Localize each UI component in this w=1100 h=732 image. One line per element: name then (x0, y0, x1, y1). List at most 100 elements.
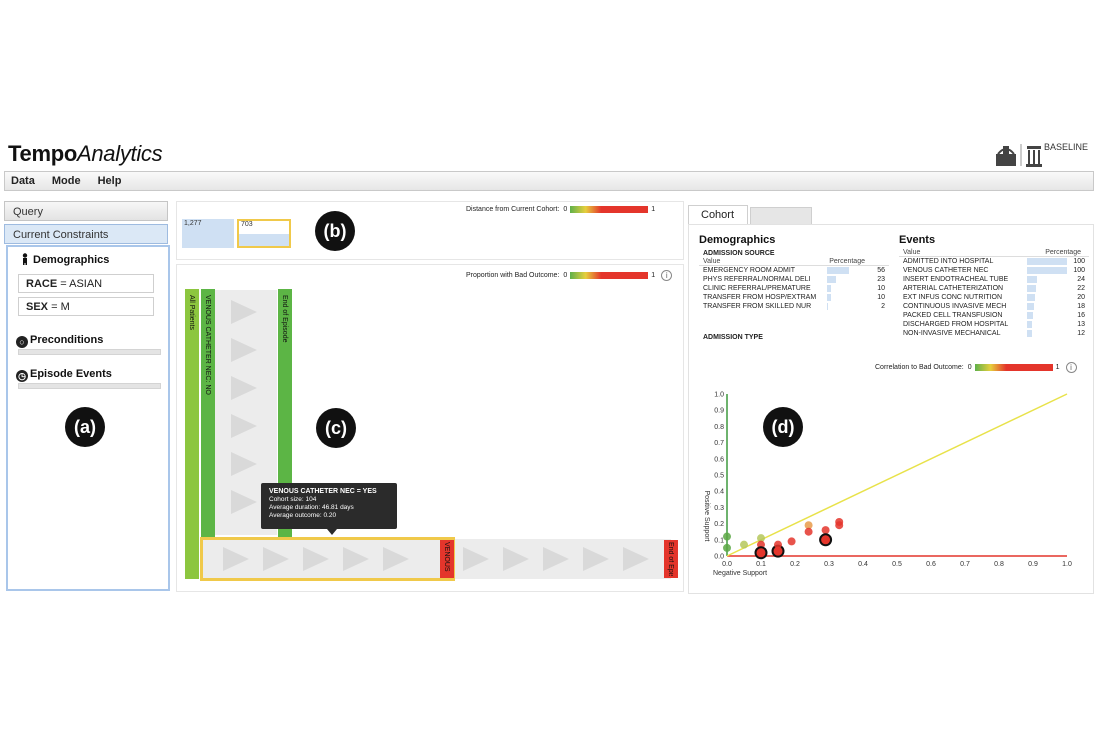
scatter-point[interactable] (754, 546, 768, 560)
constraint-sex[interactable]: SEX = M (18, 297, 154, 316)
row-bar (1027, 294, 1035, 301)
row-bar (827, 285, 831, 292)
scatter-point[interactable] (835, 521, 844, 530)
person-icon (22, 253, 28, 265)
x-tick-label: 0.7 (960, 561, 970, 568)
table-row[interactable]: PHYS REFERRAL/NORMAL DELI 23 (699, 275, 889, 284)
table-row[interactable]: INSERT ENDOTRACHEAL TUBE 24 (899, 275, 1089, 284)
tab-cohort[interactable]: Cohort (688, 205, 748, 225)
x-tick-label: 0.9 (1028, 561, 1038, 568)
table-row[interactable]: CLINIC REFERRAL/PREMATURE 10 (699, 284, 889, 293)
row-value: NON-INVASIVE MECHANICAL (903, 330, 1001, 337)
table-row[interactable]: PACKED CELL TRANSFUSION 16 (899, 311, 1089, 320)
query-accordion-header[interactable]: Query (4, 201, 168, 221)
bar-label: End of Episode (667, 542, 674, 576)
table-row[interactable]: ADMITTED INTO HOSPITAL 100 (899, 257, 1089, 266)
legend-label: Distance from Current Cohort: (466, 206, 560, 213)
menu-mode[interactable]: Mode (52, 175, 81, 187)
row-value: PHYS REFERRAL/NORMAL DELI (703, 276, 811, 283)
scatter-point[interactable] (774, 540, 782, 549)
cohort-box-all[interactable]: 1,277 (182, 219, 234, 248)
x-tick-label: 0.3 (824, 561, 834, 568)
flow-chevron (543, 547, 569, 571)
demographics-section[interactable]: Demographics (20, 253, 109, 266)
bar-all-patients[interactable]: All Patients (185, 289, 199, 579)
tab-secondary[interactable] (750, 207, 812, 225)
table-row[interactable]: CONTINUOUS INVASIVE MECH 18 (899, 302, 1089, 311)
row-value: INSERT ENDOTRACHEAL TUBE (903, 276, 1009, 283)
x-tick-label: 0.0 (722, 561, 732, 568)
legend-min: 0 (563, 206, 568, 213)
columns-logo-icon (1026, 146, 1042, 167)
y-tick-label: 0.5 (714, 473, 724, 480)
preconditions-section[interactable]: ○ Preconditions (16, 334, 103, 348)
row-pct: 2 (881, 303, 885, 310)
flow-chevron (623, 547, 649, 571)
table-row[interactable]: EXT INFUS CONC NUTRITION 20 (899, 293, 1089, 302)
table-row[interactable]: VENOUS CATHETER NEC 100 (899, 266, 1089, 275)
admission-source-table: ADMISSION SOURCE Value Percentage EMERGEN… (699, 249, 889, 311)
col-header-value: Value (903, 249, 921, 256)
row-bar (827, 276, 837, 283)
bar-venous-event[interactable]: VENOUS (440, 540, 454, 578)
flow-chevron (231, 490, 257, 514)
table-row[interactable]: DISCHARGED FROM HOSPITAL 13 (899, 320, 1089, 329)
row-bar (1027, 330, 1032, 337)
query-panel: Query Current Constraints Demographics R… (4, 201, 170, 593)
y-tick-label: 0.1 (714, 537, 724, 544)
scatter-point[interactable] (821, 526, 830, 535)
menu-data[interactable]: Data (11, 175, 35, 187)
scatter-point[interactable] (787, 537, 796, 546)
table-row[interactable]: ARTERIAL CATHETERIZATION 22 (899, 284, 1089, 293)
y-tick-label: 1.0 (714, 392, 724, 399)
table-row[interactable]: TRANSFER FROM HOSP/EXTRAM 10 (699, 293, 889, 302)
flow-chevron (231, 414, 257, 438)
tooltip-arrow (327, 529, 337, 535)
scatter-point[interactable] (819, 533, 833, 547)
baseline-logo-text: BASELINE (1044, 142, 1089, 152)
y-tick-label: 0.4 (714, 489, 724, 496)
cohort-box-current[interactable]: 703 (237, 219, 291, 248)
scatter-point[interactable] (723, 543, 731, 552)
y-axis-label: Positive Support (703, 491, 710, 542)
bar-venous-catheter-no[interactable]: VENOUS CATHETER NEC: NO (201, 289, 215, 537)
episode-events-section[interactable]: ◷ Episode Events (16, 368, 112, 382)
figure-label-d: (d) (763, 407, 803, 447)
table-title: ADMISSION SOURCE (703, 250, 775, 257)
episode-flow-panel: Proportion with Bad Outcome: 0 1 i All P… (176, 264, 684, 592)
table-row[interactable]: EMERGENCY ROOM ADMIT 56 (699, 266, 889, 275)
row-pct: 13 (1077, 321, 1085, 328)
table-rows: ADMITTED INTO HOSPITAL 100 VENOUS CATHETER… (899, 257, 1089, 338)
scatter-point[interactable] (804, 527, 813, 536)
row-value: VENOUS CATHETER NEC (903, 267, 989, 274)
y-tick-label: 0.0 (714, 554, 724, 561)
constraints-accordion-header[interactable]: Current Constraints (4, 224, 168, 244)
row-pct: 10 (877, 294, 885, 301)
row-value: TRANSFER FROM HOSP/EXTRAM (703, 294, 817, 301)
tempo-analytics-app: TempoAnalytics BASELINE Data Mode Help Q… (0, 0, 1100, 732)
table-row[interactable]: TRANSFER FROM SKILLED NUR 2 (699, 302, 889, 311)
row-value: ARTERIAL CATHETERIZATION (903, 285, 1004, 292)
scatter-point[interactable] (740, 540, 748, 549)
bar-end-of-episode-bottom[interactable]: End of Episode (664, 540, 678, 578)
distance-legend: Distance from Current Cohort: 0 1 (466, 206, 655, 213)
legend-max: 1 (651, 206, 656, 213)
row-pct: 56 (877, 267, 885, 274)
row-value: PACKED CELL TRANSFUSION (903, 312, 1003, 319)
header-logos: BASELINE (994, 140, 1094, 168)
constraint-race[interactable]: RACE = ASIAN (18, 274, 154, 293)
menu-bar: Data Mode Help (4, 171, 1094, 191)
row-bar (1027, 258, 1067, 265)
table-row[interactable]: NON-INVASIVE MECHANICAL 12 (899, 329, 1089, 338)
legend-label: Proportion with Bad Outcome: (466, 272, 560, 279)
info-icon[interactable]: i (661, 270, 673, 281)
cohort-bar-panel: 1,277 703 (b) Distance from Current Coho… (176, 201, 684, 260)
scatter-point[interactable] (723, 532, 731, 541)
table-rows: EMERGENCY ROOM ADMIT 56 PHYS REFERRAL/NORM… (699, 266, 889, 311)
x-tick-label: 0.8 (994, 561, 1004, 568)
menu-help[interactable]: Help (98, 175, 122, 187)
row-pct: 22 (1077, 285, 1085, 292)
bar-label: End of Episode (281, 295, 288, 343)
row-value: ADMITTED INTO HOSPITAL (903, 258, 994, 265)
selected-episode-highlight[interactable] (200, 537, 455, 581)
